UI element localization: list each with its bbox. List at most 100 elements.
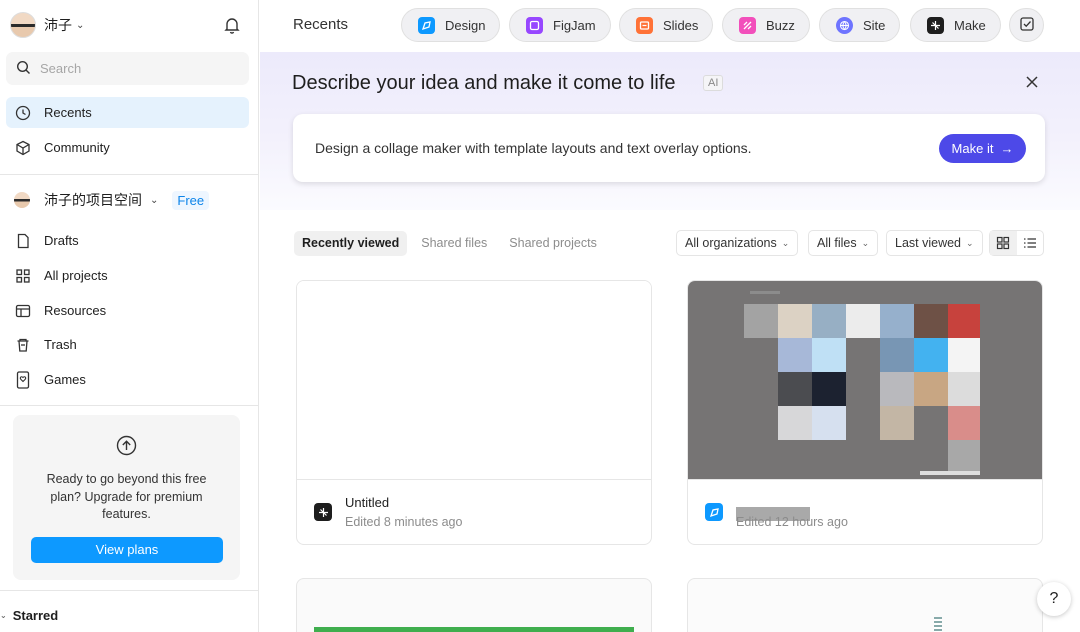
nav-recents[interactable]: Recents <box>6 97 249 128</box>
chevron-down-icon: ⌄ <box>966 237 974 248</box>
ai-prompt-hero: Describe your idea and make it come to l… <box>260 52 1080 210</box>
new-make-button[interactable]: Make <box>910 8 1001 42</box>
file-card[interactable]: Untitled Edited 8 minutes ago <box>296 280 652 545</box>
nav-recents-label: Recents <box>44 105 92 120</box>
view-plans-button[interactable]: View plans <box>31 537 223 563</box>
sidebar: 沛子 ⌄ Search Recents Community 沛子的项目空间 ⌄ … <box>0 0 259 632</box>
plan-badge: Free <box>172 190 210 210</box>
file-card[interactable] <box>296 578 652 632</box>
buzz-label: Buzz <box>766 17 795 33</box>
chevron-down-icon: ⌄ <box>76 19 85 31</box>
sidebar-divider <box>0 590 259 591</box>
nav-all-projects[interactable]: All projects <box>6 260 249 291</box>
view-toggle <box>989 230 1044 256</box>
site-globe-icon <box>836 16 853 34</box>
buzz-icon <box>739 16 756 34</box>
file-tabs: Recently viewed Shared files Shared proj… <box>294 231 611 256</box>
slides-label: Slides <box>663 17 699 33</box>
starred-section-toggle[interactable]: ⌄ Starred <box>0 608 58 623</box>
close-icon[interactable] <box>1024 74 1040 90</box>
file-thumbnail <box>314 627 634 632</box>
file-card[interactable]: Edited 12 hours ago <box>687 280 1043 545</box>
make-icon <box>927 16 944 34</box>
starred-label: Starred <box>12 608 59 623</box>
ai-badge: AI <box>703 75 724 91</box>
chevron-down-icon: ⌄ <box>781 237 790 248</box>
tab-shared-projects[interactable]: Shared projects <box>501 231 605 256</box>
file-edited-time: Edited 12 hours ago <box>736 515 848 529</box>
design-icon <box>418 16 435 34</box>
chevron-down-icon: ⌄ <box>861 237 870 248</box>
user-name: 沛子 <box>44 17 72 33</box>
trash-icon <box>14 336 32 354</box>
top-bar: Recents Design FigJam Slides Buzz Site M… <box>260 0 1080 52</box>
hero-title: Describe your idea and make it come to l… <box>292 72 676 94</box>
filter-organizations-label: All organizations <box>685 236 777 250</box>
design-file-icon <box>705 503 723 521</box>
arrow-right-icon: → <box>1000 141 1014 156</box>
workspace-switcher[interactable]: 沛子的项目空间 ⌄ Free <box>14 190 210 210</box>
new-design-button[interactable]: Design <box>401 8 501 42</box>
nav-community-label: Community <box>44 140 110 155</box>
search-icon <box>16 60 31 78</box>
make-it-button[interactable]: Make it → <box>939 134 1026 163</box>
page-title: Recents <box>293 16 349 33</box>
nav-all-projects-label: All projects <box>44 268 108 283</box>
file-thumbnail <box>934 617 942 632</box>
slides-icon <box>636 16 653 34</box>
sidebar-divider <box>0 405 259 406</box>
layout-icon <box>14 302 32 320</box>
file-icon <box>14 232 32 250</box>
chevron-down-icon: ⌄ <box>150 194 159 206</box>
filter-file-type[interactable]: All files ⌄ <box>808 230 879 256</box>
workspace-name: 沛子的项目空间 <box>44 192 142 208</box>
upgrade-panel: Ready to go beyond this free plan? Upgra… <box>13 415 240 580</box>
game-card-icon <box>14 370 32 389</box>
new-buzz-button[interactable]: Buzz <box>722 8 810 42</box>
file-card[interactable] <box>687 578 1043 632</box>
nav-resources[interactable]: Resources <box>6 295 249 326</box>
nav-community[interactable]: Community <box>6 132 249 163</box>
prompt-text[interactable]: Design a collage maker with template lay… <box>315 140 752 156</box>
community-globe-icon <box>14 139 32 157</box>
checkbox-icon <box>1019 16 1035 35</box>
figjam-icon <box>526 16 543 34</box>
prompt-input[interactable]: Design a collage maker with template lay… <box>293 114 1045 182</box>
file-thumbnail <box>688 281 1042 480</box>
new-figjam-button[interactable]: FigJam <box>509 8 611 42</box>
search-placeholder: Search <box>40 61 82 76</box>
nav-trash-label: Trash <box>44 337 77 352</box>
help-button[interactable]: ? <box>1037 582 1071 616</box>
list-view-icon[interactable] <box>1017 231 1044 255</box>
sort-label: Last viewed <box>895 236 962 250</box>
site-label: Site <box>863 17 886 33</box>
tasks-button[interactable] <box>1009 8 1044 42</box>
sidebar-divider <box>0 174 259 175</box>
make-it-label: Make it <box>951 141 994 156</box>
grid-icon <box>14 267 32 285</box>
nav-drafts[interactable]: Drafts <box>6 225 249 256</box>
file-thumbnail <box>297 281 651 480</box>
filter-file-type-label: All files <box>817 236 857 250</box>
figjam-label: FigJam <box>553 17 596 33</box>
file-edited-time: Edited 8 minutes ago <box>345 515 463 529</box>
nav-resources-label: Resources <box>44 303 107 318</box>
new-slides-button[interactable]: Slides <box>619 8 714 42</box>
user-menu[interactable]: 沛子 ⌄ <box>10 10 84 40</box>
nav-games[interactable]: Games <box>6 364 249 395</box>
notification-bell-icon[interactable] <box>222 15 242 35</box>
new-site-button[interactable]: Site <box>819 8 901 42</box>
workspace-avatar <box>14 192 30 208</box>
filter-organizations[interactable]: All organizations ⌄ <box>676 230 799 256</box>
make-file-icon <box>314 503 332 521</box>
upgrade-text: Ready to go beyond this free plan? Upgra… <box>46 472 207 521</box>
design-label: Design <box>445 17 486 33</box>
tab-recently-viewed[interactable]: Recently viewed <box>294 231 408 256</box>
tab-shared-files[interactable]: Shared files <box>413 231 495 256</box>
nav-drafts-label: Drafts <box>44 233 79 248</box>
nav-trash[interactable]: Trash <box>6 329 249 360</box>
grid-view-icon[interactable] <box>990 231 1017 255</box>
sort-dropdown[interactable]: Last viewed ⌄ <box>886 230 983 256</box>
search-input[interactable]: Search <box>6 52 249 85</box>
file-name: Untitled <box>345 495 390 510</box>
